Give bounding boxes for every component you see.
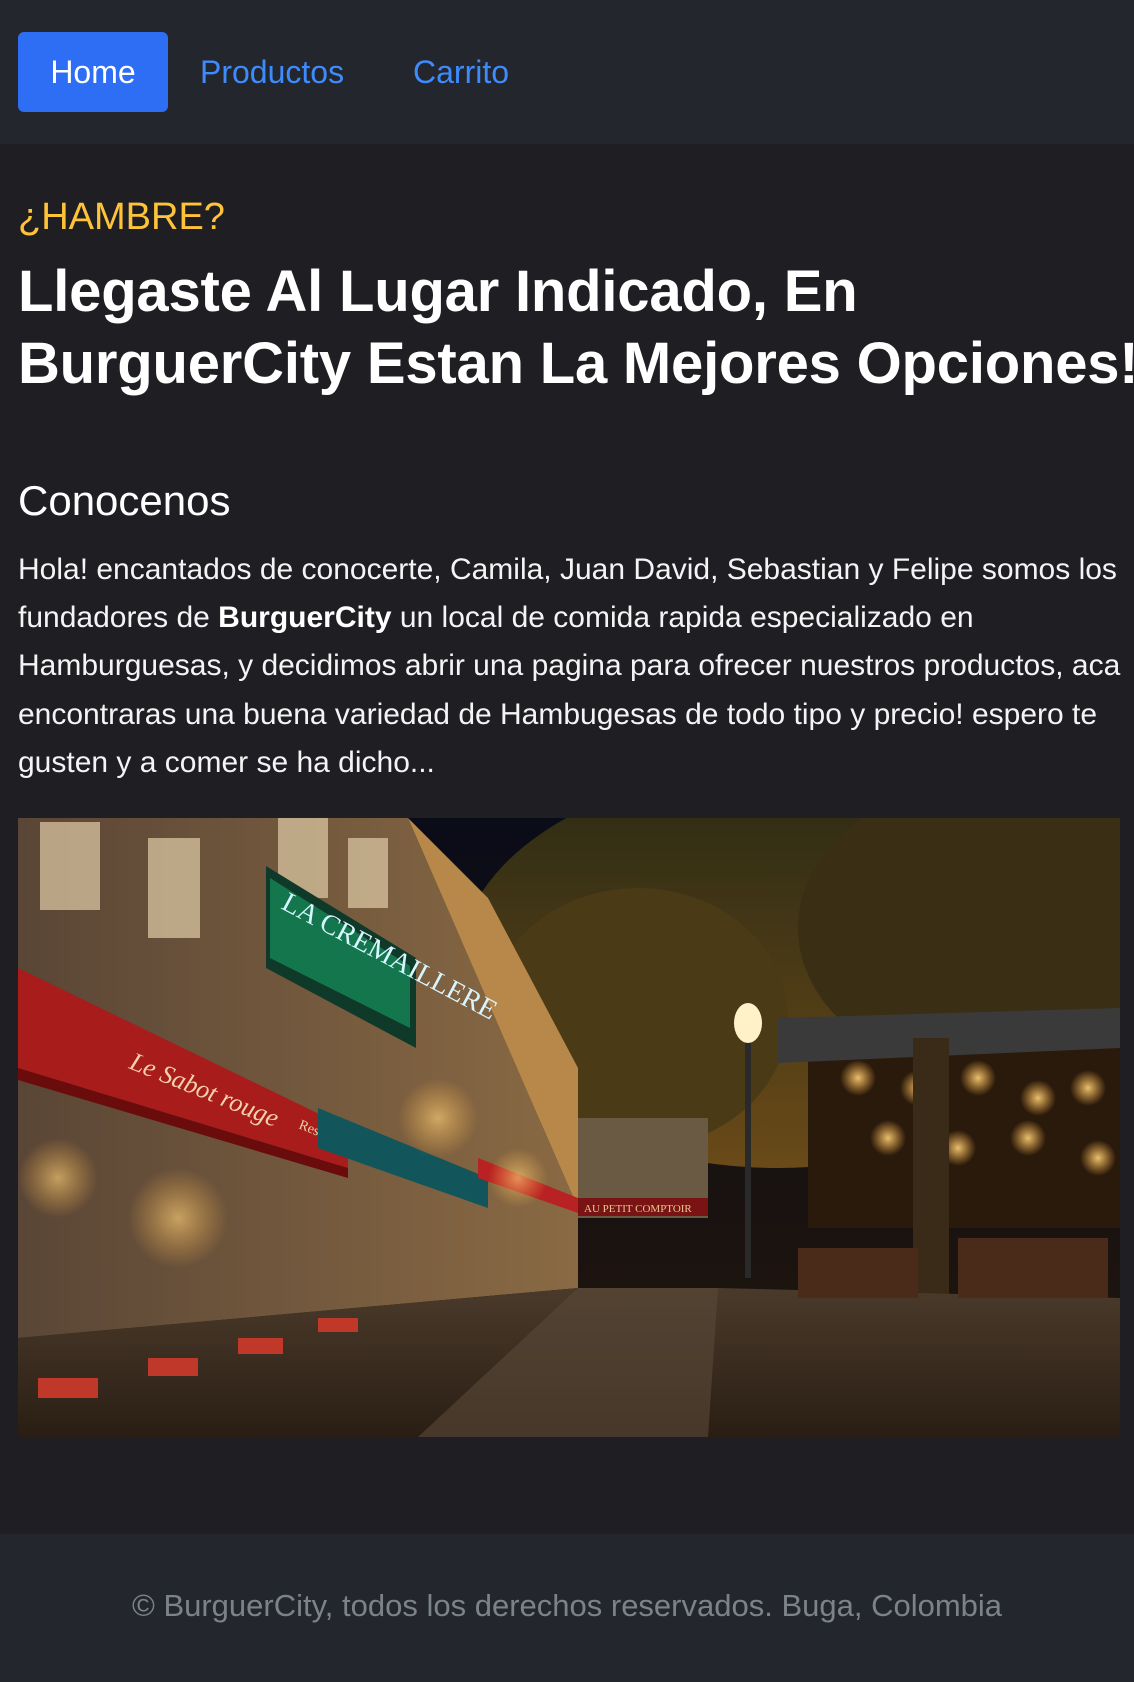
au-petit-comptoir-sign: AU PETIT COMPTOIR (584, 1203, 692, 1215)
footer-copyright: © BurguerCity, todos los derechos reserv… (131, 1588, 1003, 1623)
about-title: Conocenos (18, 477, 231, 524)
top-navbar: Home Productos Carrito (0, 0, 1134, 144)
hero-eyebrow: ¿HAMBRE? (18, 196, 225, 238)
nav-home-link[interactable]: Home (18, 32, 168, 112)
nav-carrito-link[interactable]: Carrito (413, 32, 509, 112)
hero-headline-line1: Llegaste Al Lugar Indicado, En (18, 259, 858, 324)
page-footer: © BurguerCity, todos los derechos reserv… (0, 1534, 1134, 1682)
hero-headline: Llegaste Al Lugar Indicado, En BurguerCi… (18, 256, 1134, 400)
about-paragraph: Hola! encantados de conocerte, Camila, J… (18, 546, 1122, 787)
street-cafe-photo: LA CREMAILLERE Le Sabot rouge Restaurant… (18, 818, 1120, 1437)
hero-headline-line2: BurguerCity Estan La Mejores Opciones! (18, 331, 1134, 396)
about-brand-name: BurguerCity (218, 601, 392, 635)
nav-productos-link[interactable]: Productos (200, 32, 344, 112)
